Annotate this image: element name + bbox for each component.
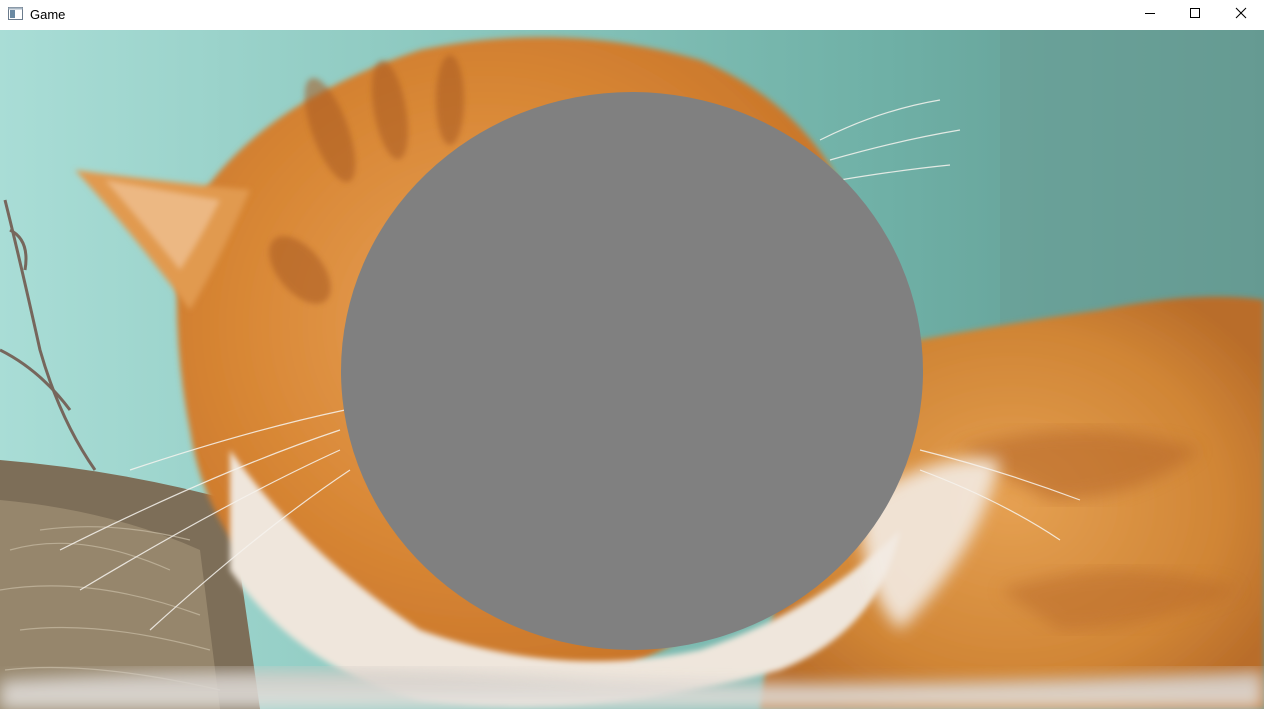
close-icon <box>1235 6 1247 24</box>
title-bar[interactable]: Game <box>0 0 1264 30</box>
game-window: Game <box>0 0 1264 709</box>
maximize-button[interactable] <box>1172 0 1218 30</box>
minimize-button[interactable] <box>1127 0 1173 30</box>
close-button[interactable] <box>1218 0 1264 30</box>
minimize-icon <box>1144 6 1156 24</box>
maximize-icon <box>1189 6 1201 24</box>
window-title: Game <box>30 7 66 22</box>
app-window-icon <box>8 7 23 20</box>
gray-circle-sprite[interactable] <box>341 92 923 650</box>
game-viewport[interactable] <box>0 30 1264 709</box>
